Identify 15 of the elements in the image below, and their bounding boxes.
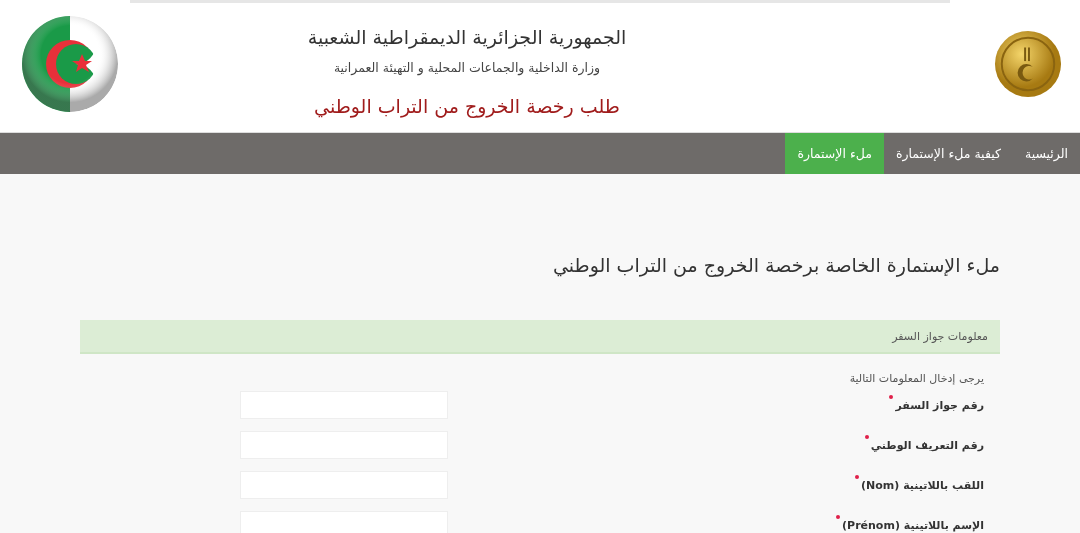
service-title: طلب رخصة الخروج من التراب الوطني bbox=[314, 94, 620, 117]
instruction-text: يرجى إدخال المعلومات التالية bbox=[848, 372, 984, 385]
nav-tab[interactable]: كيفية ملء الإستمارة bbox=[883, 133, 1013, 174]
header-title: الجمهورية الجزائرية الديمقراطية الشعبية bbox=[307, 25, 627, 48]
field-label: رقم التعريف الوطني bbox=[870, 438, 984, 452]
ministry-name: وزارة الداخلية والجماعات المحلية و التهيئة العمرانية bbox=[333, 59, 601, 75]
page-title: ملء الإستمارة الخاصة برخصة الخروج من التراب الوطني bbox=[552, 253, 1000, 279]
nav-tab[interactable]: الرئيسية bbox=[1012, 133, 1080, 174]
field-label: رقم جواز السفر bbox=[895, 398, 984, 412]
field-label: الإسم باللاتينية (Prénom) bbox=[842, 518, 984, 532]
nav-tab[interactable]: ملء الإستمارة bbox=[785, 133, 884, 174]
flag-icon bbox=[20, 14, 120, 114]
field-label: اللقب باللاتينية (Nom) bbox=[861, 478, 984, 492]
section-header: معلومات جواز السفر bbox=[80, 320, 1000, 354]
emblem-icon bbox=[994, 30, 1062, 98]
